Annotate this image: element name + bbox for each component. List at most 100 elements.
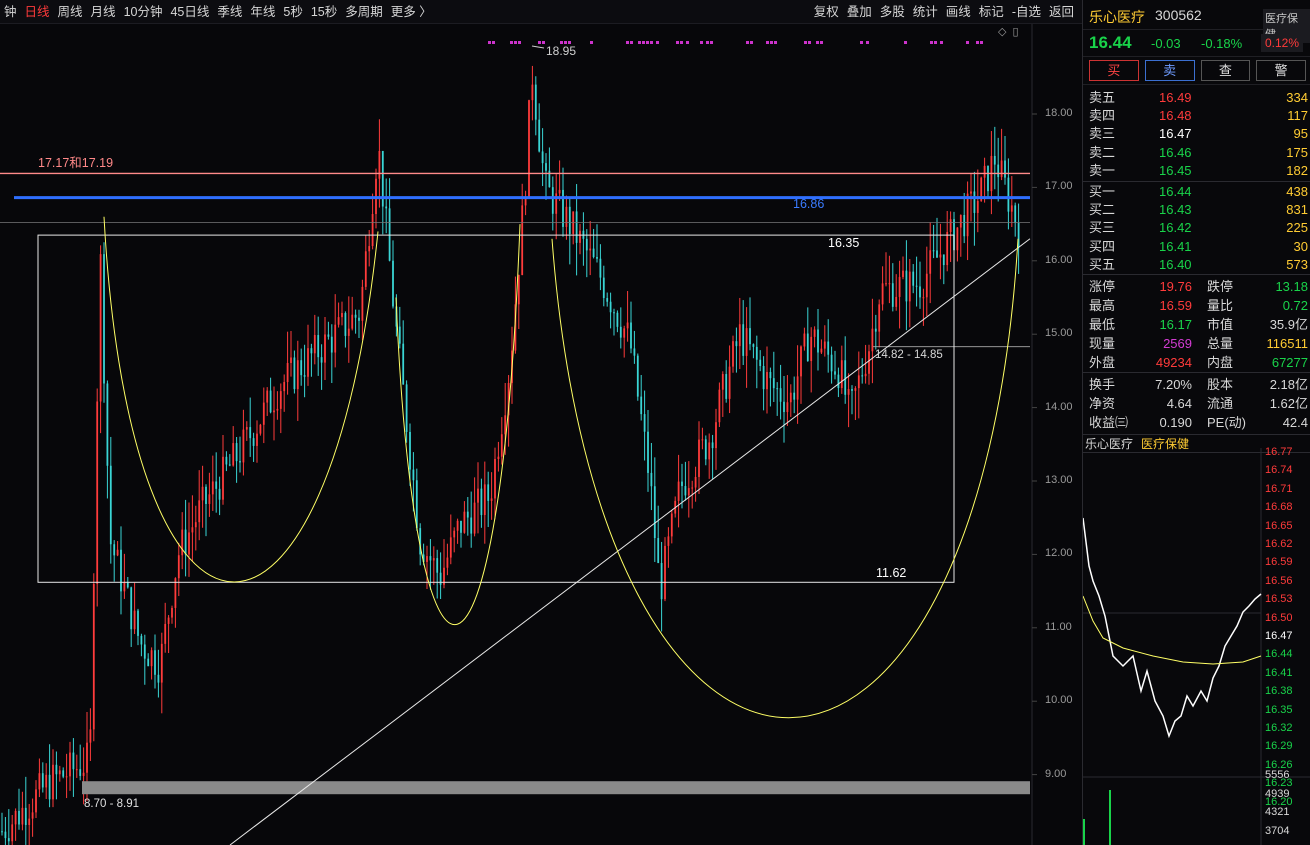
candle-body [412,469,415,481]
signal-marker [514,41,517,44]
candle-body [334,324,337,353]
candle-body [715,422,717,449]
candle-body [24,807,27,825]
kline-chart[interactable] [0,24,1082,845]
order-book-row[interactable]: 买一 16.44 438 [1083,183,1310,201]
stats-label: 收益㈢ [1089,414,1129,430]
order-book-row[interactable]: 卖二 16.46 175 [1083,144,1310,162]
candle-body [973,191,976,213]
sell-button[interactable]: 卖 [1144,60,1195,81]
period-tab[interactable]: 周线 [54,0,87,24]
signal-marker [542,41,545,44]
candle-body [834,371,836,375]
candle-body [337,317,340,325]
candle-body [609,301,612,313]
stock-name[interactable]: 乐心医疗 [1089,7,1145,27]
alert-button[interactable]: 警 [1256,60,1306,81]
order-book-row[interactable]: 买四 16.41 30 [1083,238,1310,256]
candle-body [606,298,609,302]
candle-body [405,384,408,432]
candle-body [704,439,707,460]
candle-body [283,382,286,392]
candle-body [402,343,405,385]
period-tab[interactable]: 5秒 [279,0,306,24]
price-line: 16.44 -0.03 -0.18% 0.12% [1083,30,1310,57]
period-tab[interactable]: 15秒 [307,0,341,24]
candle-body [1010,205,1013,212]
period-tab[interactable]: 更多 〉 [387,0,436,24]
period-tab[interactable]: 多周期 [341,0,387,24]
candle-body [963,214,966,237]
tool-tab[interactable]: 叠加 [843,0,876,24]
signal-marker [680,41,683,44]
signal-marker [774,41,777,44]
period-tab[interactable]: 10分钟 [120,0,167,24]
tool-tab[interactable]: 返回 [1045,0,1078,24]
candle-body [667,536,670,546]
buy-button[interactable]: 买 [1089,60,1139,81]
minute-price-label: 16.41 [1265,666,1293,679]
order-book-row[interactable]: 买二 16.43 831 [1083,201,1310,219]
signal-marker [934,41,937,44]
candle-body [439,572,442,585]
tool-tab[interactable]: 标记 [975,0,1008,24]
order-book-volume: 117 [1287,108,1308,124]
candle-body [31,812,34,819]
period-tab[interactable]: 45日线 [166,0,213,24]
tool-tabs: 复权 叠加 多股 统计 画线 标记 -自选 返回 [810,0,1078,24]
candle-body [650,472,653,487]
candle-body [725,374,728,399]
candle-body [324,334,326,363]
window-icon[interactable]: ▯ [1012,25,1018,38]
tool-tab[interactable]: 统计 [909,0,942,24]
candle-body [759,359,762,366]
candle-body [647,431,649,473]
order-book-row[interactable]: 买五 16.40 573 [1083,256,1310,274]
minute-volume-label: 5556 [1265,769,1290,781]
order-book-row[interactable]: 卖五 16.49 334 [1083,89,1310,107]
tool-tab[interactable]: 多股 [876,0,909,24]
candle-body [942,254,945,266]
order-book-row[interactable]: 卖三 16.47 95 [1083,125,1310,143]
signal-marker [750,41,753,44]
period-tab[interactable]: 钟 [0,0,21,24]
candle-body [480,488,483,516]
candle-body [466,511,469,518]
candle-body [623,328,626,338]
kline-chart-area[interactable]: ◇ ▯ 17.17和17.19 16.86 16.35 11.62 18.95 … [0,24,1082,845]
order-book-row[interactable]: 卖一 16.45 182 [1083,162,1310,180]
order-book-row[interactable]: 买三 16.42 225 [1083,219,1310,237]
tool-tab[interactable]: 复权 [810,0,843,24]
candle-body [4,831,7,839]
candle-body [48,774,51,800]
tool-tab[interactable]: 画线 [942,0,975,24]
minute-volume-label: 4939 [1265,787,1290,800]
tool-tab[interactable]: -自选 [1008,0,1045,24]
order-book-volume: 175 [1286,144,1308,160]
candle-body [483,484,486,516]
stats-row: 涨停 19.76 跌停 13.18 [1083,277,1310,296]
order-book-row[interactable]: 卖四 16.48 117 [1083,107,1310,125]
period-tab[interactable]: 日线 [21,0,54,24]
query-button[interactable]: 查 [1200,60,1251,81]
candle-body [160,643,163,683]
last-price: 16.44 [1089,33,1132,52]
signal-marker [904,41,907,44]
minute-price-label: 16.47 [1265,630,1293,642]
candle-body [585,238,588,251]
candle-body [426,556,428,562]
candle-body [157,674,160,683]
candle-body [776,388,779,390]
period-tab[interactable]: 季线 [213,0,246,24]
candle-body [62,770,65,777]
trade-buttons: 买 卖 查 警 [1083,57,1310,85]
diamond-icon[interactable]: ◇ [998,25,1006,38]
period-tab[interactable]: 年线 [246,0,279,24]
candle-body [290,357,292,363]
candle-body [113,544,116,556]
stats-value: 0.190 [1159,414,1192,430]
price-axis-label: 14.00 [1045,400,1073,413]
box-bottom-label: 11.62 [876,566,907,580]
period-tab[interactable]: 月线 [87,0,120,24]
stats-row: 最低 16.17 市值 35.9亿 [1083,315,1310,334]
